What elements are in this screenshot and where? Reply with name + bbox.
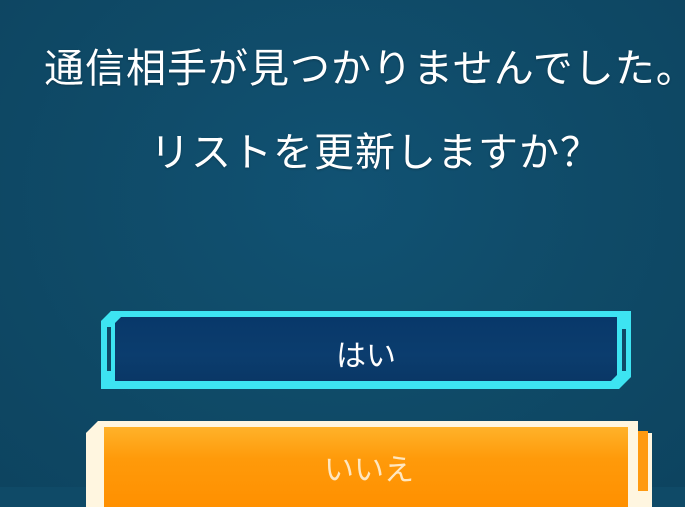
no-button[interactable]: いいえ bbox=[86, 421, 652, 507]
yes-button[interactable]: はい bbox=[101, 311, 631, 389]
no-button-label: いいえ bbox=[324, 453, 414, 488]
message-line-2: リストを更新しますか？ bbox=[150, 130, 601, 176]
message-line-1: 通信相手が見つかりませんでした。 bbox=[44, 46, 685, 92]
dialog-panel: 通信相手が見つかりませんでした。 リストを更新しますか？ はい いいえ bbox=[0, 0, 685, 507]
yes-button-label: はい bbox=[336, 339, 396, 374]
